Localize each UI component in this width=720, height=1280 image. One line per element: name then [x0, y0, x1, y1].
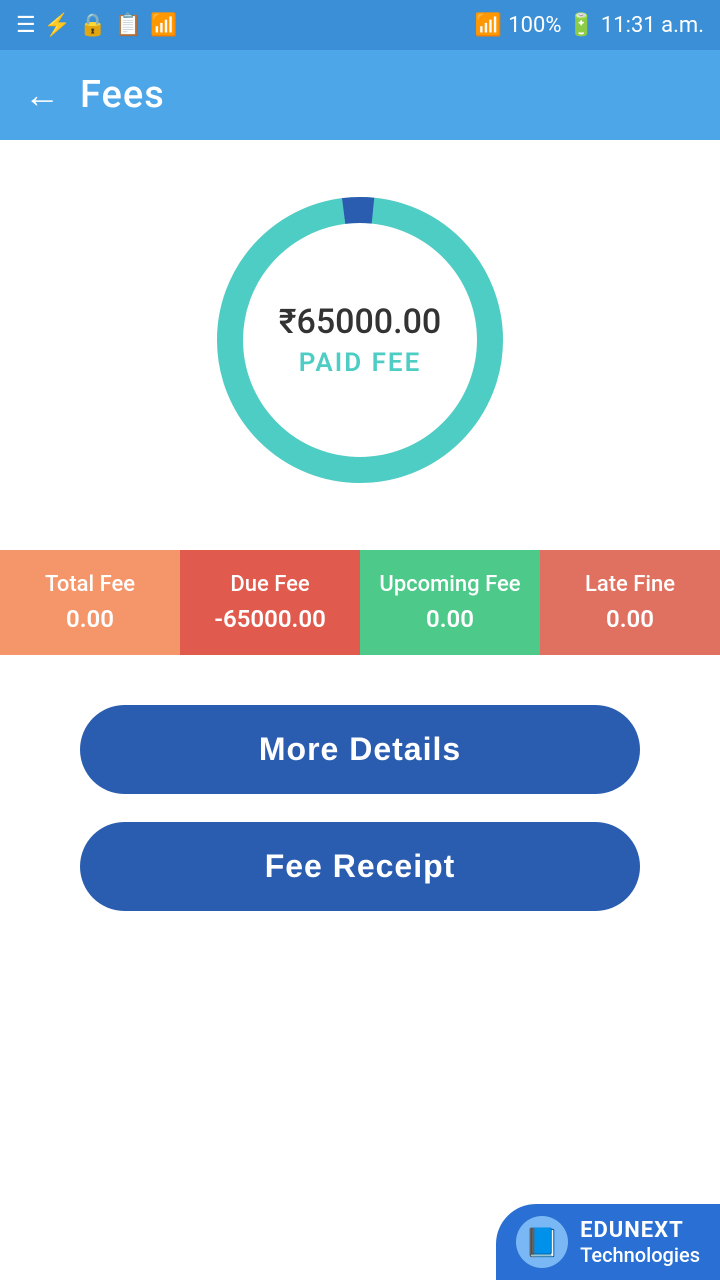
late-fine-label: Late Fine — [585, 572, 675, 597]
donut-chart: ₹65000.00 PAID FEE — [200, 180, 520, 500]
due-fee-label: Due Fee — [230, 572, 309, 597]
status-bar: ☰ ⚡ 🔒 📋 📶 📶 100% 🔋 11:31 a.m. — [0, 0, 720, 50]
time-label: 11:31 a.m. — [601, 13, 704, 38]
status-right: 📶 100% 🔋 11:31 a.m. — [475, 13, 704, 38]
total-fee-value: 0.00 — [66, 605, 114, 633]
upcoming-fee-value: 0.00 — [426, 605, 474, 633]
more-details-button[interactable]: More Details — [80, 705, 640, 794]
battery-label: 100% — [508, 13, 561, 38]
status-icons: ☰ ⚡ 🔒 📋 📶 — [16, 13, 177, 38]
notification-icon: ☰ — [16, 13, 36, 38]
branding-text: EDUNEXT Technologies — [580, 1218, 700, 1267]
back-button[interactable]: ← — [24, 74, 60, 116]
sim-icon: 📋 — [115, 13, 142, 38]
header: ← Fees — [0, 50, 720, 140]
total-fee-label: Total Fee — [45, 572, 135, 597]
branding-name-top: EDUNEXT — [580, 1218, 700, 1243]
battery-icon: 🔋 — [567, 13, 594, 38]
upcoming-fee-stat: Upcoming Fee 0.00 — [360, 550, 540, 655]
signal-icon: 📶 — [475, 13, 502, 38]
fee-receipt-button[interactable]: Fee Receipt — [80, 822, 640, 911]
branding-letter: 📘 — [525, 1226, 560, 1259]
branding-bar: 📘 EDUNEXT Technologies — [496, 1204, 720, 1280]
late-fine-value: 0.00 — [606, 605, 654, 633]
late-fine-stat: Late Fine 0.00 — [540, 550, 720, 655]
paid-amount: ₹65000.00 — [279, 302, 441, 342]
donut-center: ₹65000.00 PAID FEE — [279, 302, 441, 378]
upcoming-fee-label: Upcoming Fee — [379, 572, 520, 597]
page-title: Fees — [80, 73, 165, 117]
lock-icon: 🔒 — [79, 13, 106, 38]
branding-icon: 📘 — [516, 1216, 568, 1268]
due-fee-stat: Due Fee -65000.00 — [180, 550, 360, 655]
buttons-section: More Details Fee Receipt — [0, 705, 720, 911]
wifi-icon: 📶 — [150, 13, 177, 38]
total-fee-stat: Total Fee 0.00 — [0, 550, 180, 655]
fee-stats-row: Total Fee 0.00 Due Fee -65000.00 Upcomin… — [0, 550, 720, 655]
paid-label: PAID FEE — [279, 348, 441, 378]
usb-icon: ⚡ — [44, 13, 71, 38]
branding-name-bottom: Technologies — [580, 1243, 700, 1267]
due-fee-value: -65000.00 — [214, 605, 326, 633]
main-content: ₹65000.00 PAID FEE Total Fee 0.00 Due Fe… — [0, 140, 720, 1280]
